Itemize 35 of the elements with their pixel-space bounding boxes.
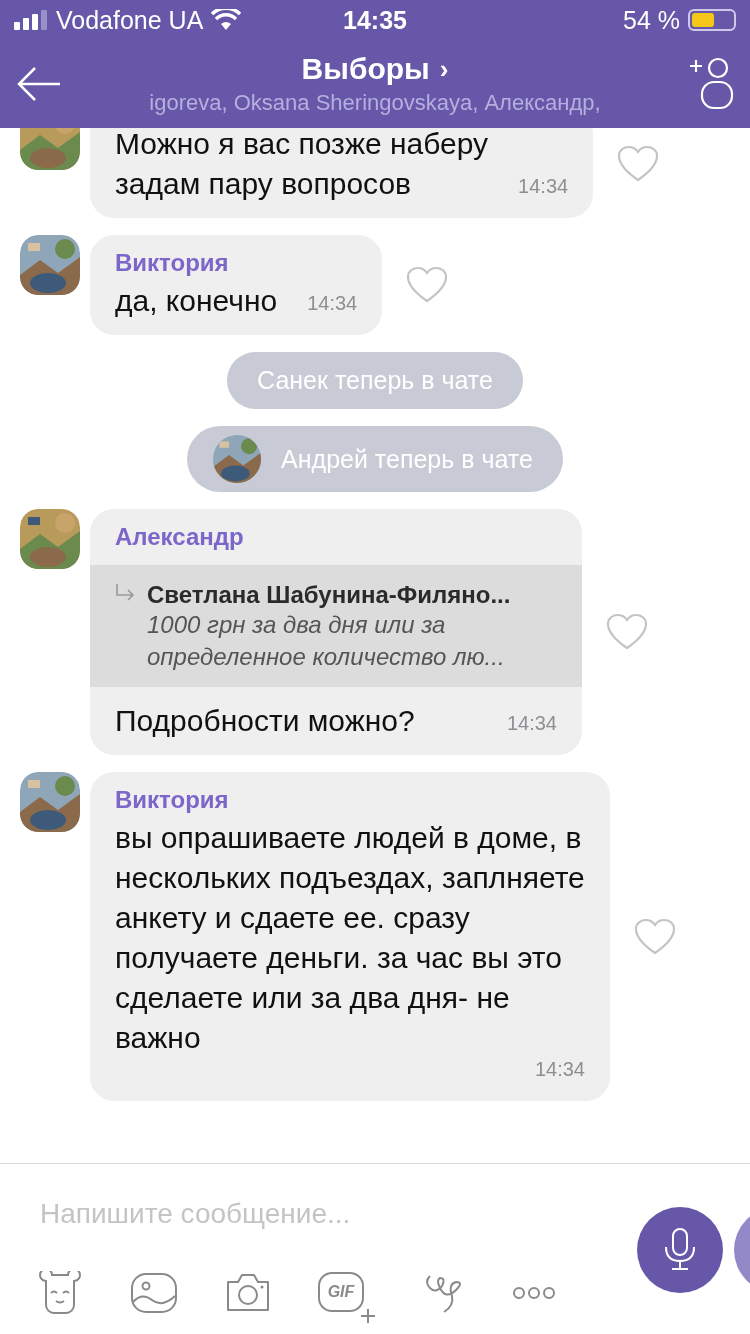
more-icon[interactable] xyxy=(512,1286,556,1300)
quoted-message[interactable]: Светлана Шабунина-Филяно... 1000 грн за два дня или за определенное количество лю... xyxy=(90,565,582,687)
participants-list: igoreva, Oksana Sheringovskaya, Александр, xyxy=(149,90,601,116)
clock-time: 14:35 xyxy=(343,5,407,35)
heart-icon[interactable] xyxy=(606,613,648,651)
quoted-text: 1000 грн за два дня или за определенное количество лю... xyxy=(147,610,506,672)
heart-icon[interactable] xyxy=(634,917,676,956)
plus-icon xyxy=(360,1308,376,1324)
sender-name: Виктория xyxy=(114,248,230,277)
message-text: Можно я вас позже наберу задам пару вопросов xyxy=(115,128,489,202)
sticker-icon[interactable] xyxy=(36,1271,84,1315)
chat-title[interactable]: Выборы › xyxy=(301,52,449,86)
signal-icon xyxy=(14,10,48,30)
message-text: Подробности можно? xyxy=(115,703,415,739)
message-time: 14:34 xyxy=(534,1058,585,1082)
message-time: 14:34 xyxy=(307,292,358,316)
sender-name: Виктория xyxy=(114,785,230,814)
message-time: 14:34 xyxy=(518,175,569,199)
gallery-icon[interactable] xyxy=(130,1272,178,1314)
heart-icon[interactable] xyxy=(617,145,660,183)
heart-icon[interactable] xyxy=(406,266,449,304)
camera-icon[interactable] xyxy=(224,1272,272,1314)
back-arrow-icon[interactable] xyxy=(16,66,62,102)
battery-icon xyxy=(688,9,736,31)
message-input[interactable]: Напишите сообщение... xyxy=(40,1194,600,1234)
message-text: вы опрашиваете людей в доме, в нескольких подъездах, заплняете анкету и сдаете ее. сразу получаете деньги. за час вы это сделаете или за два дня- не важно xyxy=(115,820,585,1056)
quoted-author: Светлана Шабунина-Филяно... xyxy=(147,581,512,609)
carrier-name: Vodafone UA xyxy=(56,5,204,35)
message-text: да, конечно xyxy=(115,283,278,319)
add-participant-icon[interactable] xyxy=(688,56,734,112)
microphone-icon xyxy=(663,1227,697,1273)
sender-name: Александр xyxy=(114,522,245,551)
wifi-icon xyxy=(211,9,242,31)
message-time: 14:34 xyxy=(506,712,557,736)
battery-percent: 54 % xyxy=(623,5,680,35)
